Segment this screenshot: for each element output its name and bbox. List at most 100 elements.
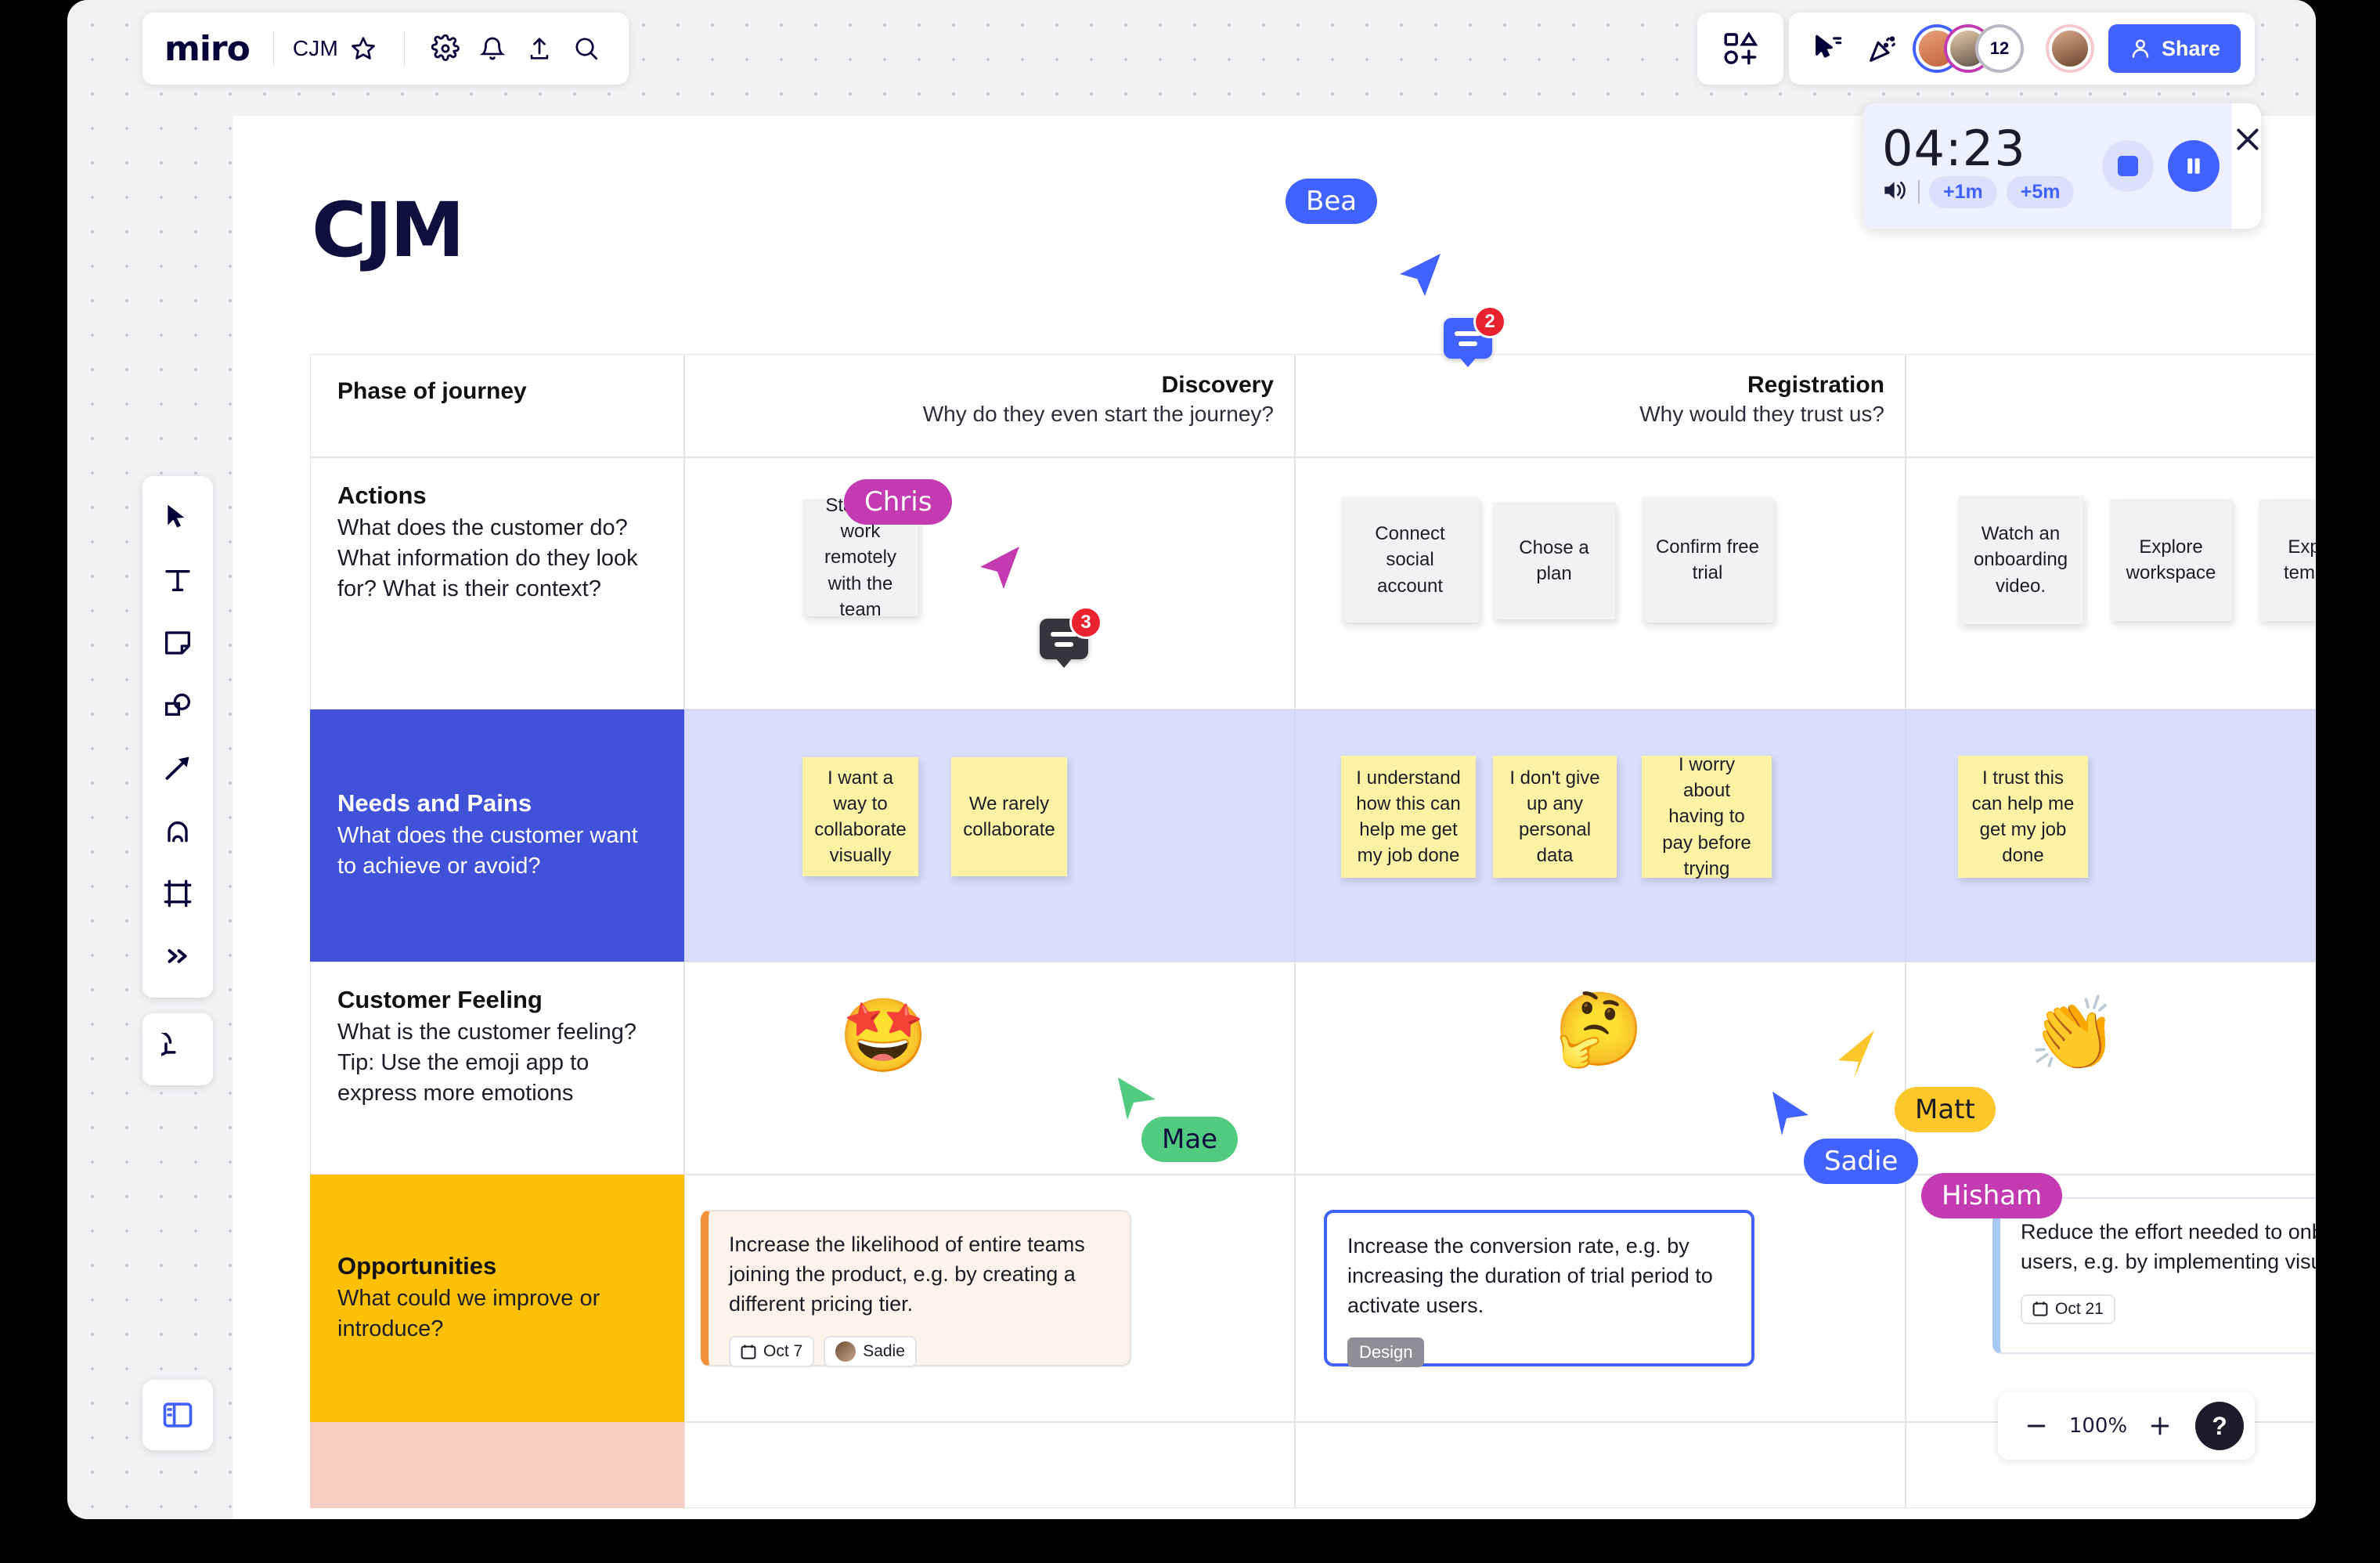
star-icon[interactable] — [341, 27, 385, 70]
board-name-label[interactable]: CJM — [293, 36, 338, 61]
upload-icon[interactable] — [517, 27, 561, 70]
toggle-panel-button[interactable] — [142, 1380, 213, 1450]
opportunity-card-selected[interactable]: Increase the conversion rate, e.g. by in… — [1324, 1210, 1754, 1366]
gear-icon[interactable] — [424, 27, 467, 70]
opportunity-card-tag[interactable]: Design — [1347, 1337, 1424, 1367]
share-button[interactable]: Share — [2108, 24, 2241, 73]
thinking-face-emoji[interactable]: 🤔 — [1554, 994, 1644, 1066]
search-icon[interactable] — [564, 27, 608, 70]
timer-add-5m-button[interactable]: +5m — [2007, 176, 2075, 208]
comment-count-badge: 3 — [1069, 606, 1102, 639]
timer-close-button[interactable] — [2232, 103, 2261, 229]
cell-needs-onboarding[interactable]: I trust this can help me get my job done — [1906, 709, 2316, 962]
sticky-note[interactable]: I want a way to collaborate visually — [802, 757, 918, 876]
sticky-note[interactable]: Watch an onboarding video. — [1958, 496, 2083, 624]
cursor-arrow-icon — [1395, 247, 1445, 302]
volume-glyph — [1882, 179, 1909, 202]
row-label-needs-and-pains: Needs and Pains What does the customer w… — [310, 709, 684, 962]
sticky-note[interactable]: I worry about having to pay before tryin… — [1642, 756, 1772, 878]
sticky-note[interactable]: Explore template — [2259, 499, 2316, 621]
plus-icon — [2147, 1413, 2173, 1438]
zoom-out-button[interactable] — [2015, 1405, 2057, 1447]
comment-line — [1055, 642, 1073, 647]
timer-minutes: 04 — [1882, 120, 1945, 177]
cursor-label: Mae — [1141, 1117, 1238, 1162]
text-tool[interactable] — [150, 550, 206, 611]
stop-square-icon — [2118, 156, 2138, 176]
cell-extra-registration[interactable] — [1295, 1422, 1906, 1508]
arrow-icon — [162, 753, 193, 784]
opportunity-card-text: Increase the conversion rate, e.g. by in… — [1347, 1232, 1731, 1320]
cell-opportunities-registration[interactable]: Increase the conversion rate, e.g. by in… — [1295, 1175, 1906, 1422]
top-left-toolbar: miro CJM — [142, 13, 629, 85]
frame-tool[interactable] — [150, 863, 206, 924]
cell-actions-onboarding[interactable]: Watch an onboarding video. Explore works… — [1906, 457, 2316, 709]
pen-tool[interactable] — [150, 800, 206, 861]
opportunity-card[interactable]: Increase the likelihood of entire teams … — [701, 1210, 1131, 1366]
opportunity-card-date[interactable]: Oct 21 — [2021, 1294, 2115, 1324]
shapes-tool[interactable] — [150, 675, 206, 736]
undo-button[interactable] — [142, 1013, 213, 1085]
row-title-needs-and-pains: Needs and Pains — [337, 789, 657, 818]
cursor-follow-icon[interactable] — [1806, 27, 1850, 70]
current-user-avatar[interactable] — [2049, 27, 2091, 70]
zoom-level-value[interactable]: 100% — [2062, 1414, 2134, 1438]
more-tools-button[interactable] — [150, 926, 206, 987]
timer-separator: : — [1945, 120, 1963, 177]
sticky-note-tool[interactable] — [150, 612, 206, 673]
select-tool[interactable] — [150, 487, 206, 548]
cell-actions-registration[interactable]: Connect social account Chose a plan Conf… — [1295, 457, 1906, 709]
header-col-registration: Registration Why would they trust us? — [1295, 354, 1906, 457]
cursor-label: Hisham — [1921, 1173, 2062, 1218]
star-struck-fire-emoji[interactable]: 🤩 — [838, 1000, 929, 1072]
timer-readout: 04:23 +1m +5m — [1882, 125, 2074, 208]
cell-extra-discovery[interactable] — [684, 1422, 1295, 1508]
comment-bubble[interactable]: 2 — [1444, 318, 1492, 359]
sticky-note[interactable]: Confirm free trial — [1642, 497, 1773, 623]
cursor-follow-glyph — [1812, 33, 1844, 64]
collaborator-avatars[interactable]: 12 — [1916, 27, 2021, 70]
connector-tool[interactable] — [150, 738, 206, 799]
avatar-overflow-count[interactable]: 12 — [1978, 27, 2021, 70]
cell-needs-discovery[interactable]: I want a way to collaborate visually We … — [684, 709, 1295, 962]
bell-icon[interactable] — [471, 27, 514, 70]
row-label-opportunities: Opportunities What could we improve or i… — [310, 1175, 684, 1422]
opportunity-card-assignee[interactable]: Sadie — [824, 1336, 917, 1367]
reactions-icon[interactable] — [1861, 27, 1905, 70]
cursor-label: Bea — [1286, 179, 1377, 224]
sticky-note[interactable]: I don't give up any personal data — [1493, 756, 1617, 878]
zoom-in-button[interactable] — [2139, 1405, 2181, 1447]
clapping-hands-emoji[interactable]: 👏 — [2028, 998, 2119, 1070]
search-glyph — [573, 35, 600, 62]
cursor-label: Chris — [844, 479, 952, 525]
sticky-note[interactable]: Chose a plan — [1493, 502, 1615, 619]
miro-logo[interactable]: miro — [164, 29, 254, 69]
cursor-arrow-icon — [1768, 1087, 1815, 1139]
sticky-note[interactable]: We rarely collaborate — [951, 757, 1067, 876]
chevron-double-right-icon — [164, 942, 192, 970]
top-right-toolbar: 12 Share — [1789, 13, 2255, 85]
sticky-note[interactable]: Explore workspace — [2110, 499, 2232, 621]
opportunity-card[interactable]: Reduce the effort needed to onboard new … — [1992, 1197, 2316, 1354]
sticky-note[interactable]: I understand how this can help me get my… — [1341, 756, 1476, 878]
row-label-customer-feeling: Customer Feeling What is the customer fe… — [310, 962, 684, 1175]
table-row-customer-feeling: Customer Feeling What is the customer fe… — [310, 962, 2316, 1175]
miro-app-window: CJM Phase of journey Discovery Why do th… — [67, 0, 2316, 1519]
timer-pause-button[interactable] — [2168, 140, 2220, 192]
cell-opportunities-discovery[interactable]: Increase the likelihood of entire teams … — [684, 1175, 1295, 1422]
bell-glyph — [479, 35, 506, 62]
help-button[interactable]: ? — [2195, 1402, 2244, 1450]
comment-bubble[interactable]: 3 — [1040, 619, 1088, 659]
cell-needs-registration[interactable]: I understand how this can help me get my… — [1295, 709, 1906, 962]
sticky-note[interactable]: Connect social account — [1341, 497, 1479, 623]
opportunity-card-date[interactable]: Oct 7 — [729, 1336, 814, 1367]
add-shapes-toolbar[interactable] — [1697, 13, 1783, 85]
opportunity-card-text: Reduce the effort needed to onboard new … — [2021, 1218, 2316, 1277]
cell-feeling-onboarding[interactable]: 👏 — [1906, 962, 2316, 1175]
timer-add-1m-button[interactable]: +1m — [1929, 176, 1997, 208]
sticky-note[interactable]: I trust this can help me get my job done — [1958, 756, 2088, 878]
pen-icon — [162, 815, 193, 846]
timer-stop-button[interactable] — [2102, 140, 2154, 192]
volume-icon[interactable] — [1882, 179, 1909, 206]
avatar — [835, 1341, 856, 1362]
